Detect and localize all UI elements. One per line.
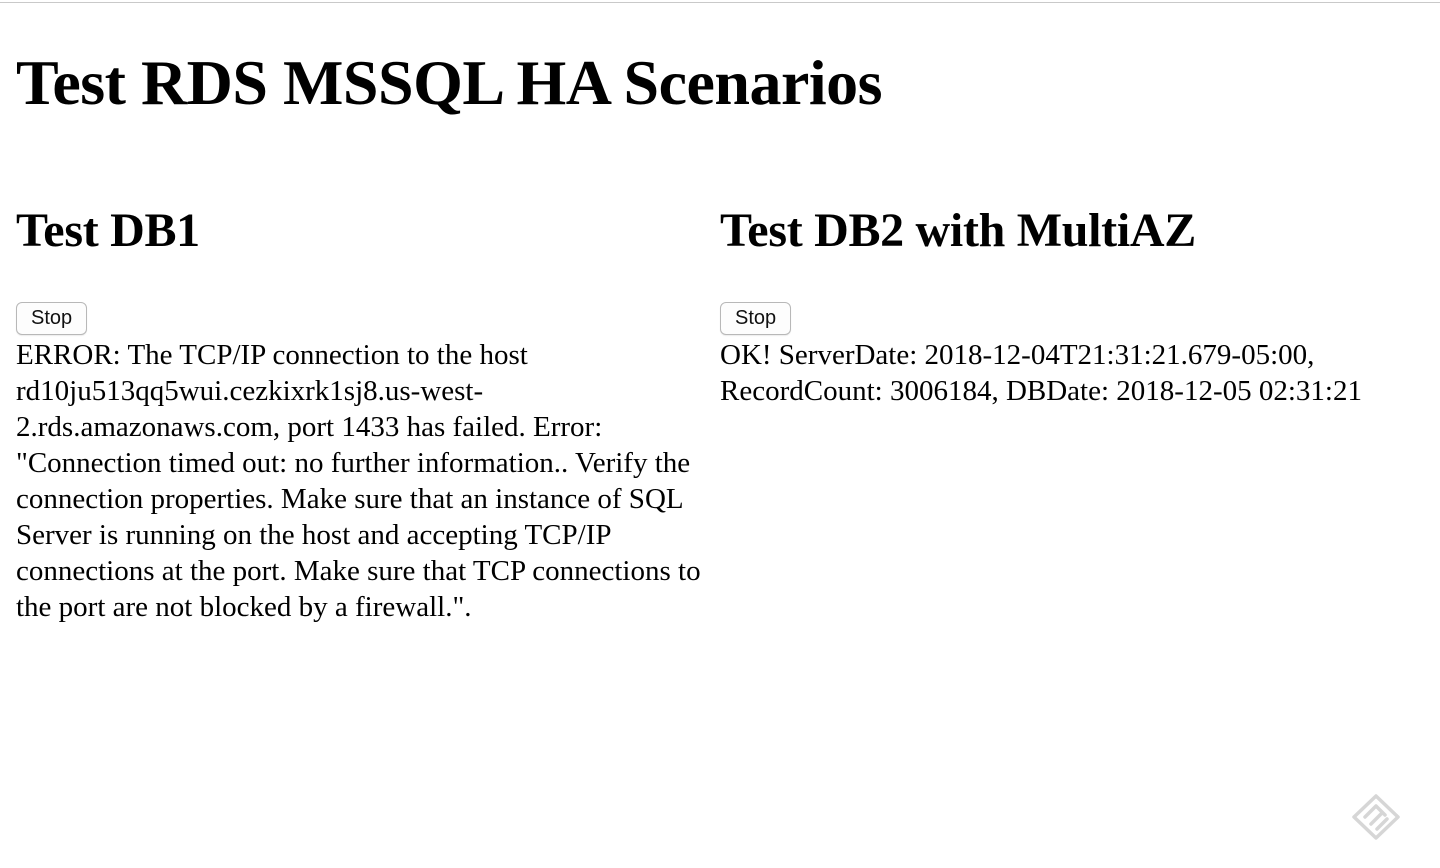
- db2-panel: Test DB2 with MultiAZ Stop OK! ServerDat…: [720, 202, 1420, 409]
- feedback-pencil-icon[interactable]: [1351, 793, 1401, 841]
- feedback-pencil-icon-svg: [1352, 794, 1400, 840]
- page-title: Test RDS MSSQL HA Scenarios: [16, 47, 883, 118]
- db2-stop-button[interactable]: Stop: [720, 302, 792, 335]
- db2-title: Test DB2 with MultiAZ: [720, 204, 1196, 257]
- db2-status-message: OK! ServerDate: 2018-12-04T21:31:21.679-…: [720, 339, 1362, 407]
- db1-stop-button[interactable]: Stop: [16, 302, 88, 335]
- db1-panel: Test DB1 Stop ERROR: The TCP/IP connecti…: [16, 202, 716, 625]
- top-border: [0, 2, 1440, 3]
- db1-title: Test DB1: [16, 204, 200, 257]
- db1-status-message: ERROR: The TCP/IP connection to the host…: [16, 339, 701, 623]
